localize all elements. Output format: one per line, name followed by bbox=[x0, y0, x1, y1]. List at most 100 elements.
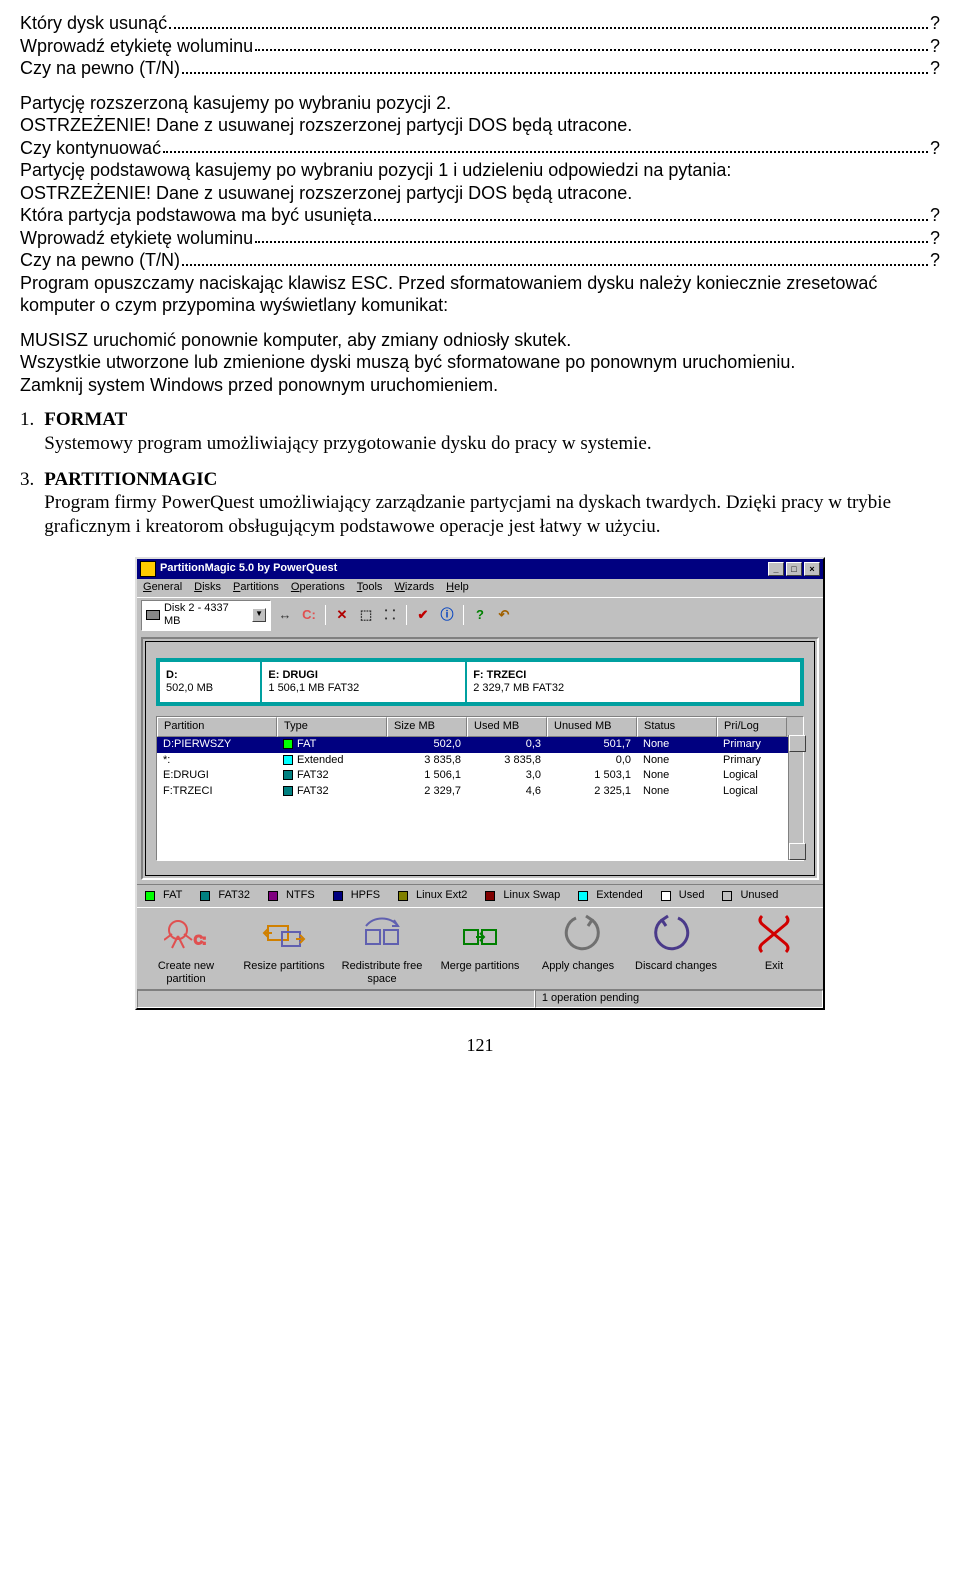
seg-name: F: TRZECI bbox=[473, 669, 794, 682]
legend-swatch bbox=[398, 891, 408, 901]
legend-swatch bbox=[722, 891, 732, 901]
legend-label: Linux Swap bbox=[503, 889, 560, 903]
legend-label: Linux Ext2 bbox=[416, 889, 467, 903]
col-size[interactable]: Size MB bbox=[387, 717, 467, 737]
para-must-restart: MUSISZ uruchomić ponownie komputer, aby … bbox=[20, 329, 940, 352]
toolbar-info-icon[interactable]: ⓘ bbox=[437, 605, 457, 625]
menu-operations[interactable]: Operations bbox=[291, 581, 345, 595]
status-operations: 1 operation pending bbox=[535, 990, 823, 1008]
action-redistribute-free-space[interactable]: Redistribute free space bbox=[341, 914, 423, 986]
legend-label: HPFS bbox=[351, 889, 380, 903]
partitionmagic-window: PartitionMagic 5.0 by PowerQuest _ □ × G… bbox=[135, 557, 825, 1011]
table-row[interactable]: F:TRZECIFAT322 329,74,62 325,1NoneLogica… bbox=[157, 784, 803, 800]
disk-map: D:502,0 MBE: DRUGI1 506,1 MB FAT32F: TRZ… bbox=[156, 658, 804, 706]
disk-selector-label: Disk 2 - 4337 MB bbox=[164, 602, 248, 630]
legend-label: NTFS bbox=[286, 889, 315, 903]
table-row[interactable]: D:PIERWSZYFAT502,00,3501,7NonePrimary bbox=[157, 737, 803, 753]
status-empty bbox=[137, 990, 535, 1008]
para-esc-reset: Program opuszczamy naciskając klawisz ES… bbox=[20, 272, 940, 317]
legend-item: Linux Ext2 bbox=[398, 889, 467, 903]
col-used[interactable]: Used MB bbox=[467, 717, 547, 737]
menubar: General Disks Partitions Operations Tool… bbox=[137, 579, 823, 597]
col-type[interactable]: Type bbox=[277, 717, 387, 737]
legend: FAT FAT32 NTFS HPFS Linux Ext2 Linux Swap Exte… bbox=[137, 884, 823, 907]
action-label: Apply changes bbox=[542, 960, 614, 973]
table-row[interactable]: E:DRUGIFAT321 506,13,01 503,1NoneLogical bbox=[157, 768, 803, 784]
action-icon bbox=[262, 914, 306, 958]
toolbar: Disk 2 - 4337 MB ▼ ↔ C: ✕ ⬚ ⸬ ✔ ⓘ ? ↶ bbox=[137, 597, 823, 634]
hdd-icon bbox=[146, 610, 160, 620]
menu-help[interactable]: Help bbox=[446, 581, 469, 595]
table-scrollbar[interactable] bbox=[788, 735, 803, 860]
seg-size: 502,0 MB bbox=[166, 682, 254, 695]
col-status[interactable]: Status bbox=[637, 717, 717, 737]
action-create-new-partition[interactable]: C: Create new partition bbox=[145, 914, 227, 986]
toolbar-c-drive-icon[interactable]: C: bbox=[299, 605, 319, 625]
legend-label: FAT bbox=[163, 889, 182, 903]
menu-disks[interactable]: Disks bbox=[194, 581, 221, 595]
legend-label: FAT32 bbox=[218, 889, 250, 903]
toolbar-delete-icon[interactable]: ✕ bbox=[332, 605, 352, 625]
legend-label: Extended bbox=[596, 889, 642, 903]
item-1-title: FORMAT bbox=[44, 408, 940, 432]
action-label: Create new partition bbox=[145, 960, 227, 985]
menu-wizards[interactable]: Wizards bbox=[394, 581, 434, 595]
legend-swatch bbox=[268, 891, 278, 901]
col-partition[interactable]: Partition bbox=[157, 717, 277, 737]
toolbar-undo-icon[interactable]: ↶ bbox=[494, 605, 514, 625]
action-icon bbox=[752, 914, 796, 958]
legend-swatch bbox=[485, 891, 495, 901]
toolbar-help-icon[interactable]: ? bbox=[470, 605, 490, 625]
action-apply-changes[interactable]: Apply changes bbox=[537, 914, 619, 986]
para-close-windows: Zamknij system Windows przed ponownym ur… bbox=[20, 374, 940, 397]
minimize-button[interactable]: _ bbox=[768, 562, 784, 576]
legend-item: Used bbox=[661, 889, 705, 903]
legend-item: NTFS bbox=[268, 889, 315, 903]
prompt-confirm-2: Czy na pewno (T/N)? bbox=[20, 249, 940, 272]
legend-label: Unused bbox=[740, 889, 778, 903]
toolbar-box1-icon[interactable]: ⬚ bbox=[356, 605, 376, 625]
action-merge-partitions[interactable]: Merge partitions bbox=[439, 914, 521, 986]
prompt-confirm: Czy na pewno (T/N)? bbox=[20, 57, 940, 80]
col-prilog[interactable]: Pri/Log bbox=[717, 717, 787, 737]
dropdown-icon[interactable]: ▼ bbox=[252, 608, 266, 622]
table-row[interactable]: *:Extended3 835,83 835,80,0NonePrimary bbox=[157, 753, 803, 769]
disk-map-segment[interactable]: E: DRUGI1 506,1 MB FAT32 bbox=[262, 662, 467, 702]
disk-selector[interactable]: Disk 2 - 4337 MB ▼ bbox=[141, 600, 271, 632]
legend-swatch bbox=[661, 891, 671, 901]
action-discard-changes[interactable]: Discard changes bbox=[635, 914, 717, 986]
action-icon bbox=[654, 914, 698, 958]
action-resize-partitions[interactable]: Resize partitions bbox=[243, 914, 325, 986]
para-format-after: Wszystkie utworzone lub zmienione dyski … bbox=[20, 351, 940, 374]
seg-size: 1 506,1 MB FAT32 bbox=[268, 682, 459, 695]
col-unused[interactable]: Unused MB bbox=[547, 717, 637, 737]
menu-general[interactable]: General bbox=[143, 581, 182, 595]
disk-map-segment[interactable]: F: TRZECI2 329,7 MB FAT32 bbox=[467, 662, 800, 702]
action-exit[interactable]: Exit bbox=[733, 914, 815, 986]
statusbar: 1 operation pending bbox=[137, 989, 823, 1008]
item-1-body: Systemowy program umożliwiający przygoto… bbox=[44, 432, 940, 456]
action-icon bbox=[360, 914, 404, 958]
toolbar-resize-icon[interactable]: ↔ bbox=[275, 605, 295, 625]
legend-item: FAT bbox=[145, 889, 182, 903]
legend-swatch bbox=[200, 891, 210, 901]
legend-swatch bbox=[578, 891, 588, 901]
prompt-continue: Czy kontynuować? bbox=[20, 137, 940, 160]
item-3-number: 3. bbox=[20, 468, 34, 539]
menu-tools[interactable]: Tools bbox=[357, 581, 383, 595]
toolbar-apply-icon[interactable]: ✔ bbox=[413, 605, 433, 625]
action-icon bbox=[458, 914, 502, 958]
disk-map-segment[interactable]: D:502,0 MB bbox=[160, 662, 262, 702]
page-number: 121 bbox=[20, 1034, 940, 1057]
partition-table: Partition Type Size MB Used MB Unused MB… bbox=[156, 716, 804, 861]
maximize-button[interactable]: □ bbox=[786, 562, 802, 576]
titlebar[interactable]: PartitionMagic 5.0 by PowerQuest _ □ × bbox=[137, 559, 823, 579]
para-ext-partition: Partycję rozszerzoną kasujemy po wybrani… bbox=[20, 92, 940, 115]
svg-text:C:: C: bbox=[194, 933, 206, 947]
close-button[interactable]: × bbox=[804, 562, 820, 576]
menu-partitions[interactable]: Partitions bbox=[233, 581, 279, 595]
seg-name: D: bbox=[166, 669, 254, 682]
toolbar-box2-icon[interactable]: ⸬ bbox=[380, 605, 400, 625]
action-label: Discard changes bbox=[635, 960, 717, 973]
seg-name: E: DRUGI bbox=[268, 669, 459, 682]
